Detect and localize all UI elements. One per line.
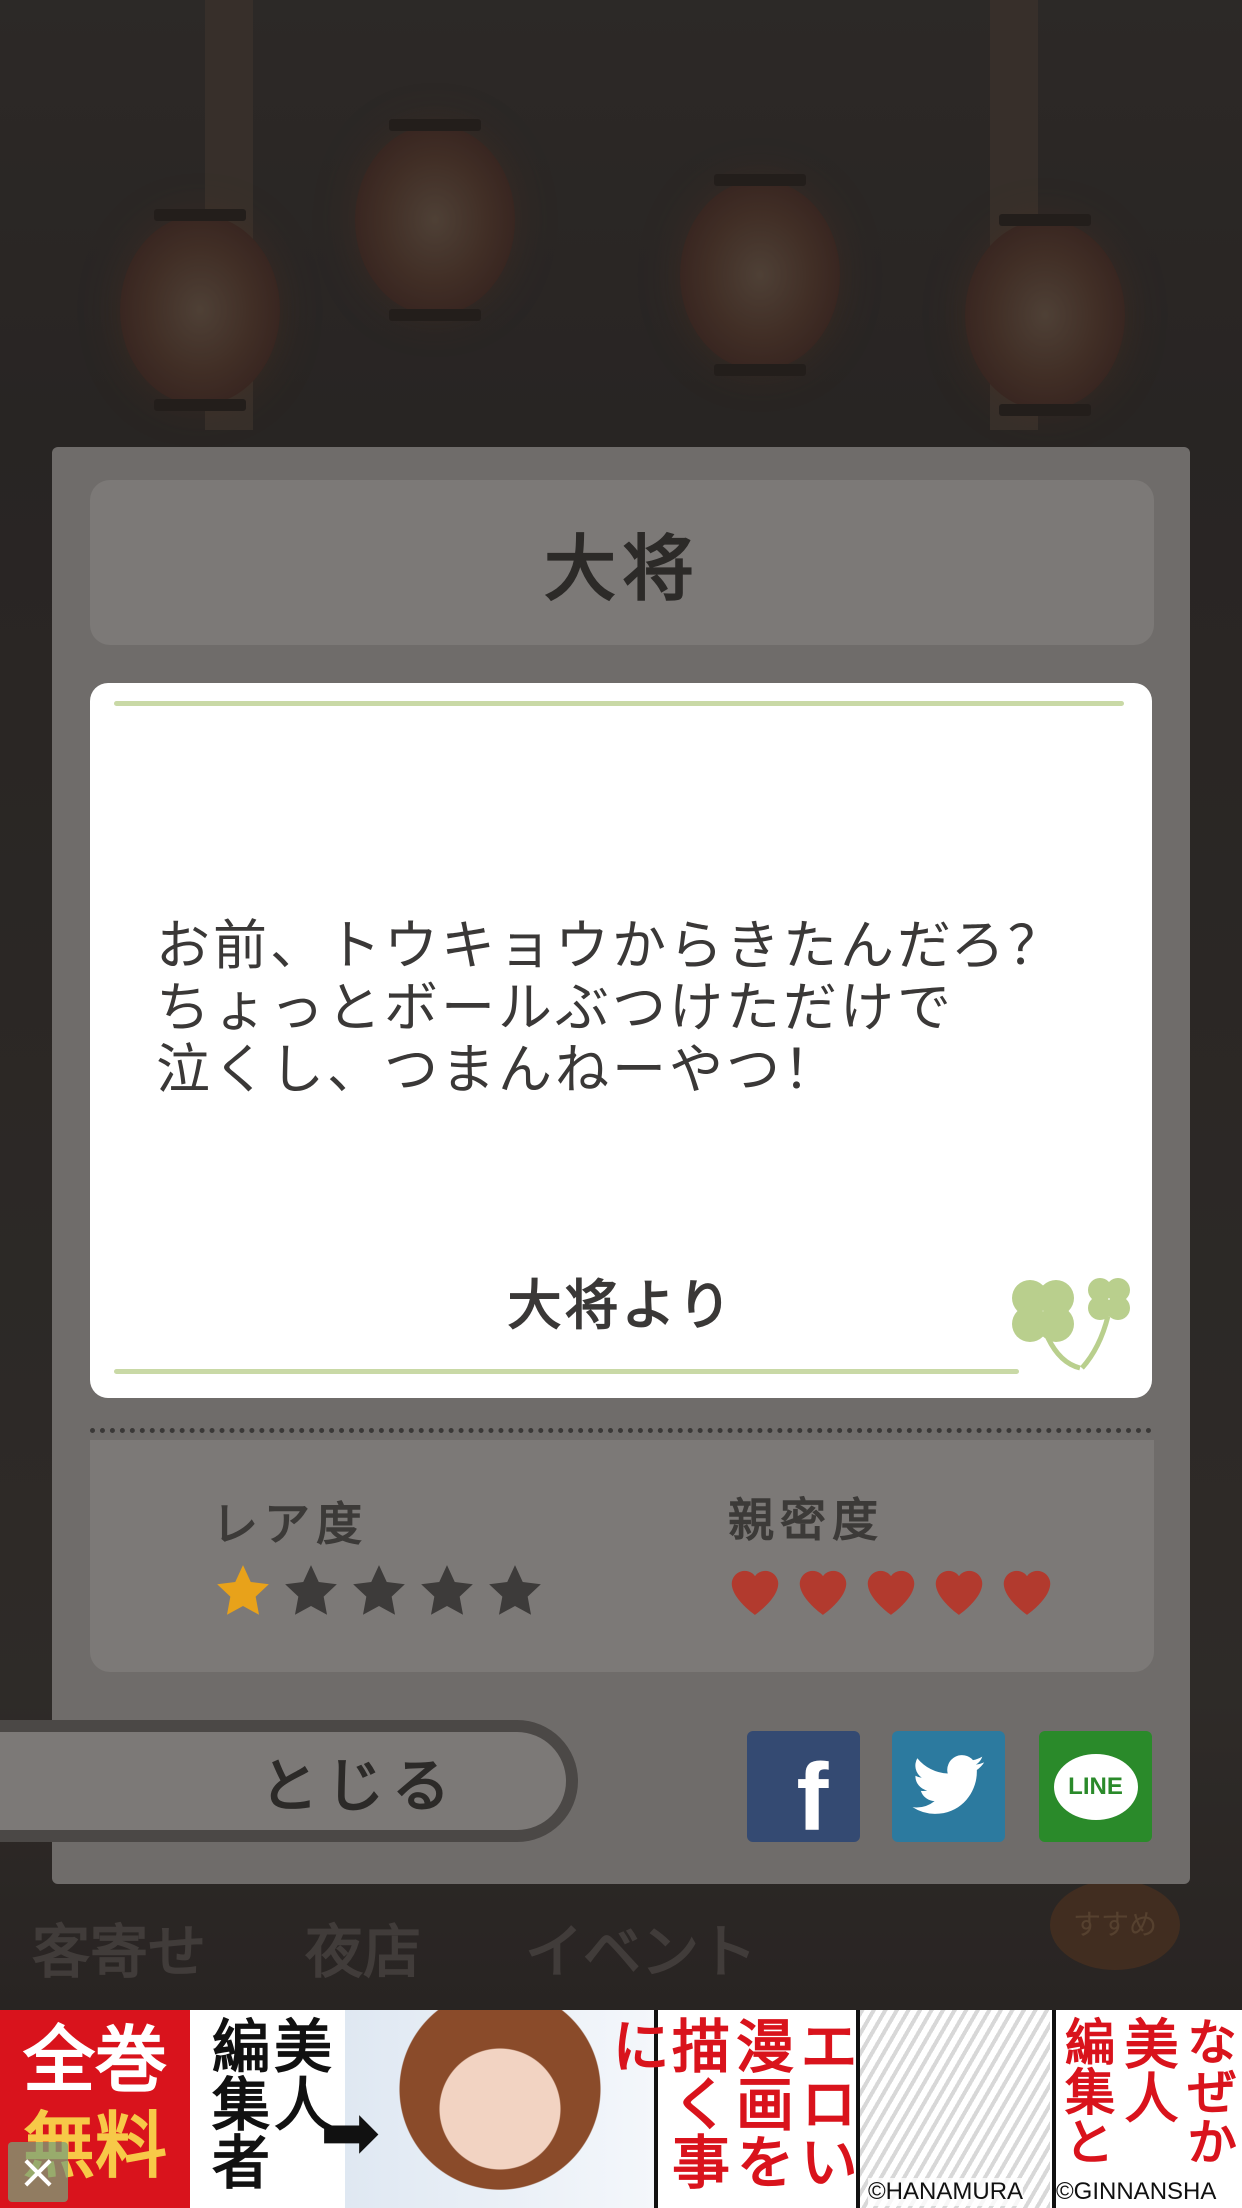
letter-bottom-rule: [114, 1369, 1019, 1374]
rarity-label: レア度: [212, 1497, 368, 1551]
ad-text-draw: 描く事に: [602, 2016, 730, 2190]
letter-card: お前、トウキョウからきたんだろ？ ちょっとボールぶつけただけで 泣くし、つまんね…: [90, 683, 1152, 1398]
star-icon: [489, 1565, 541, 1615]
facebook-share-button[interactable]: f: [747, 1731, 860, 1845]
ad-text-edit: 編集と: [1057, 2016, 1115, 2166]
star-icon: [421, 1565, 473, 1615]
star-icon: [353, 1565, 405, 1615]
heart-icon: [1003, 1570, 1051, 1615]
line-icon-label: LINE: [1068, 1772, 1123, 1800]
title-box: 大将: [90, 480, 1154, 645]
letter-signature: 大将より: [507, 1274, 735, 1337]
heart-icon: [799, 1570, 847, 1615]
heart-icon: [867, 1570, 915, 1615]
heart-icon: [731, 1570, 779, 1615]
star-icon: [285, 1565, 337, 1615]
clover-icon: [1012, 1278, 1130, 1371]
ad-text-beauty: 美人: [264, 2016, 332, 2132]
ad-credit-left: ©HANAMURA: [868, 2178, 1024, 2206]
ad-close-icon[interactable]: ×: [8, 2142, 68, 2202]
ad-text-erotic: エロい: [790, 2016, 858, 2190]
dotted-divider: [90, 1428, 1152, 1433]
ad-text-manga: 漫画を: [726, 2016, 794, 2190]
intimacy-label: 親密度: [728, 1493, 884, 1547]
rarity-stars: [212, 1560, 546, 1622]
ad-badge-top: 全巻: [22, 2018, 167, 2102]
twitter-bird-icon: [912, 1754, 984, 1814]
character-name: 大将: [543, 527, 700, 611]
close-button-label: とじる: [259, 1752, 458, 1820]
letter-message: お前、トウキョウからきたんだろ？ ちょっとボールぶつけただけで 泣くし、つまんね…: [156, 914, 1065, 1101]
ad-banner[interactable]: 全巻 無料 × 編集者 美人 ➡ 描く事に 漫画を エロい 編集と 美人 なぜか…: [0, 2010, 1242, 2208]
intimacy-hearts: [724, 1560, 1058, 1618]
close-button[interactable]: とじる: [0, 1720, 578, 1842]
stats-box: [90, 1440, 1154, 1672]
ad-text-editor: 編集者: [202, 2016, 270, 2190]
letter-top-rule: [114, 701, 1124, 706]
twitter-share-button[interactable]: [892, 1731, 1005, 1842]
heart-icon: [935, 1570, 983, 1615]
star-icon: [217, 1565, 269, 1615]
arrow-right-icon: ➡: [320, 2090, 381, 2174]
ad-text-beauty-2: 美人: [1115, 2016, 1178, 2124]
ad-text-why: なぜか: [1179, 2016, 1237, 2166]
ad-credit-right: ©GINNANSHA: [1056, 2178, 1217, 2206]
line-icon: LINE: [1053, 1753, 1138, 1820]
facebook-icon: f: [796, 1743, 829, 1851]
line-share-button[interactable]: LINE: [1039, 1731, 1152, 1842]
